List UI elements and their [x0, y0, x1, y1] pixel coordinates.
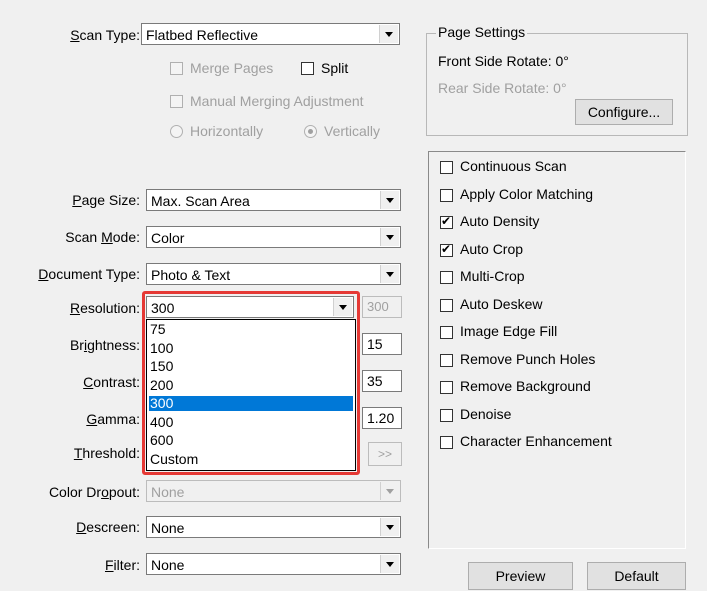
rear-rotate-label: Rear Side Rotate: 0° — [438, 80, 567, 96]
filter-value: None — [151, 557, 185, 573]
option-label: Character Enhancement — [460, 433, 612, 449]
gamma-value-field[interactable]: 1.20 — [362, 407, 402, 429]
page-size-label: Page Size: — [72, 192, 140, 208]
chevron-down-icon[interactable] — [380, 265, 399, 283]
chevron-down-icon[interactable] — [380, 555, 399, 573]
options-panel — [428, 151, 686, 549]
brightness-label: Brightness: — [69, 337, 140, 353]
preview-button[interactable]: Preview — [468, 562, 573, 590]
document-type-value: Photo & Text — [151, 267, 231, 283]
option-checkbox[interactable] — [440, 409, 453, 422]
document-type-select[interactable]: Photo & Text — [146, 263, 401, 285]
horizontally-radio[interactable] — [170, 125, 183, 138]
option-label: Auto Deskew — [460, 296, 543, 312]
page-size-value: Max. Scan Area — [151, 193, 250, 209]
descreen-value: None — [151, 520, 185, 536]
threshold-label: Threshold: — [73, 445, 140, 461]
option-checkbox[interactable] — [440, 326, 453, 339]
color-dropout-value: None — [151, 484, 185, 500]
scan-type-label: Scan Type: — [70, 27, 140, 43]
contrast-label: Contrast: — [83, 374, 140, 390]
filter-label: Filter: — [104, 557, 140, 573]
option-label: Continuous Scan — [460, 158, 567, 174]
descreen-label: Descreen: — [76, 519, 140, 535]
horizontally-label: Horizontally — [190, 123, 264, 139]
vertically-label: Vertically — [324, 123, 381, 139]
option-label: Image Edge Fill — [460, 323, 558, 339]
option-checkbox[interactable] — [440, 271, 453, 284]
option-checkbox[interactable] — [440, 189, 453, 202]
chevron-down-icon[interactable] — [380, 228, 399, 246]
front-rotate-label: Front Side Rotate: 0° — [438, 53, 569, 69]
merge-pages-label: Merge Pages — [190, 60, 274, 76]
resolution-custom-field[interactable]: 300 — [362, 296, 402, 318]
scan-type-value: Flatbed Reflective — [146, 27, 259, 43]
option-checkbox[interactable] — [440, 436, 453, 449]
gamma-label: Gamma: — [86, 411, 140, 427]
scan-mode-select[interactable]: Color — [146, 226, 401, 248]
chevron-down-icon[interactable] — [379, 25, 398, 43]
highlight-box — [142, 291, 360, 475]
color-dropout-label: Color Dropout: — [48, 484, 140, 500]
option-label: Auto Crop — [460, 241, 524, 257]
manual-merging-label: Manual Merging Adjustment — [190, 93, 364, 109]
filter-select[interactable]: None — [146, 553, 401, 575]
brightness-value-field[interactable]: 15 — [362, 333, 402, 355]
page-settings-title: Page Settings — [436, 24, 528, 40]
option-checkbox[interactable] — [440, 161, 453, 174]
scan-mode-value: Color — [151, 230, 185, 246]
option-checkbox[interactable] — [440, 299, 453, 312]
chevron-down-icon[interactable] — [380, 191, 399, 209]
page-size-select[interactable]: Max. Scan Area — [146, 189, 401, 211]
option-label: Denoise — [460, 406, 512, 422]
chevron-down-icon[interactable] — [380, 518, 399, 536]
descreen-select[interactable]: None — [146, 516, 401, 538]
option-checkbox[interactable] — [440, 214, 453, 229]
merge-pages-checkbox[interactable] — [170, 62, 183, 75]
option-checkbox[interactable] — [440, 381, 453, 394]
split-checkbox[interactable] — [301, 62, 314, 75]
document-type-label: Document Type: — [38, 266, 140, 282]
vertically-radio[interactable] — [304, 125, 317, 138]
contrast-value-field[interactable]: 35 — [362, 370, 402, 392]
option-label: Auto Density — [460, 213, 540, 229]
default-button[interactable]: Default — [587, 562, 686, 590]
option-checkbox[interactable] — [440, 242, 453, 257]
chevron-down-icon[interactable] — [380, 482, 399, 500]
option-label: Remove Background — [460, 378, 591, 394]
color-dropout-select[interactable]: None — [146, 480, 401, 502]
threshold-advanced-button[interactable]: >> — [368, 442, 402, 466]
resolution-label: Resolution: — [69, 300, 140, 316]
scan-mode-label: Scan Mode: — [65, 229, 140, 245]
manual-merging-checkbox[interactable] — [170, 95, 183, 108]
split-label: Split — [321, 60, 349, 76]
scan-type-select[interactable]: Flatbed Reflective — [141, 23, 400, 45]
configure-button[interactable]: Configure... — [575, 99, 673, 125]
option-label: Remove Punch Holes — [460, 351, 596, 367]
option-label: Apply Color Matching — [460, 186, 594, 202]
option-label: Multi-Crop — [460, 268, 525, 284]
option-checkbox[interactable] — [440, 354, 453, 367]
